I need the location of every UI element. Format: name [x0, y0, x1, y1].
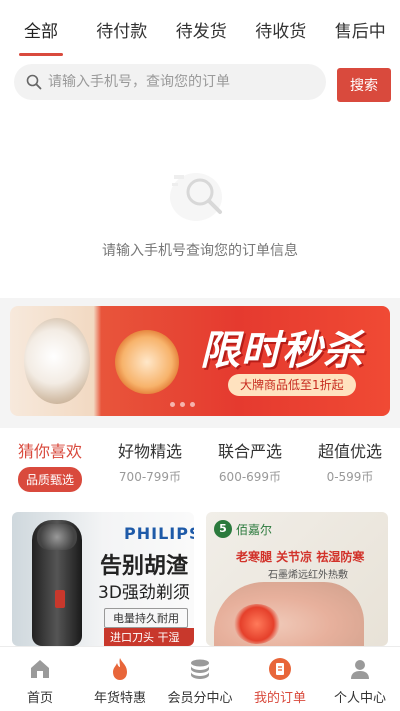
category-subtitle: 600-699币	[218, 470, 282, 484]
nav-label: 会员分中心	[167, 691, 233, 706]
product-card[interactable]: PHILIPS 告别胡渣 3D强劲剃须 电量持久耐用 进口刀头 干湿双剃	[12, 512, 194, 646]
category-title: 超值优选	[317, 442, 382, 461]
tab-pending-shipment[interactable]: 待发货	[162, 15, 242, 42]
tab-after-sales[interactable]: 售后中	[321, 15, 400, 42]
search-input[interactable]	[48, 74, 308, 90]
banner-product-image	[24, 318, 90, 404]
product-brand-logo: 5 佰嘉尔	[214, 520, 272, 538]
nav-personal-center[interactable]: 个人中心	[320, 647, 400, 711]
product-brand: 佰嘉尔	[236, 522, 273, 537]
category-subtitle: 品质甄选	[17, 467, 82, 492]
banner-subtitle: 大牌商品低至1折起	[228, 374, 356, 396]
empty-state: 请输入手机号查询您的订单信息	[0, 112, 400, 298]
flash-sale-banner[interactable]: 限时秒杀 大牌商品低至1折起	[10, 306, 390, 416]
category-guess-you-like[interactable]: 猜你喜欢 品质甄选	[0, 428, 100, 506]
category-subtitle: 0-599币	[326, 470, 374, 484]
product-tags: 老寒腿 关节凉 祛湿防寒	[236, 550, 365, 564]
nav-member-points[interactable]: 会员分中心	[160, 647, 240, 711]
category-good-picks[interactable]: 好物精选 700-799币	[100, 428, 200, 506]
empty-message: 请输入手机号查询您的订单信息	[102, 243, 298, 259]
product-tag: 电量持久耐用	[104, 608, 188, 628]
brand-logo-icon: 5	[214, 520, 232, 538]
product-title: 告别胡渣	[100, 554, 189, 579]
tab-pending-payment[interactable]: 待付款	[82, 15, 162, 42]
nav-label: 我的订单	[253, 691, 306, 706]
product-brand: PHILIPS	[124, 524, 194, 543]
nav-my-orders[interactable]: 我的订单	[240, 647, 320, 711]
nav-label: 首页	[26, 691, 53, 706]
empty-search-icon	[170, 173, 222, 221]
product-subtitle: 3D强劲剃须	[98, 583, 190, 603]
search-icon	[26, 74, 42, 90]
home-icon	[31, 660, 49, 678]
order-tabs: 全部 待付款 待发货 待收货 售后中	[0, 0, 400, 56]
product-tag: 进口刀头 干湿双剃	[104, 628, 194, 646]
product-card[interactable]: 5 佰嘉尔 老寒腿 关节凉 祛湿防寒 石墨烯远红外热敷	[206, 512, 388, 646]
category-title: 联合严选	[217, 442, 282, 461]
nav-label: 年货特惠	[93, 691, 146, 706]
recommend-categories: 猜你喜欢 品质甄选 好物精选 700-799币 联合严选 600-699币 超值…	[0, 428, 400, 506]
nav-label: 个人中心	[333, 691, 386, 706]
nav-new-year-deals[interactable]: 年货特惠	[80, 647, 160, 711]
person-icon	[351, 660, 369, 679]
category-value-picks[interactable]: 超值优选 0-599币	[300, 428, 400, 506]
carousel-dots	[170, 402, 195, 407]
bottom-nav: 首页 年货特惠 会员分中心 我的订单 个人中心	[0, 646, 400, 711]
heat-glow	[234, 604, 280, 644]
clock-icon	[115, 330, 179, 394]
order-icon	[269, 658, 291, 680]
category-joint-selection[interactable]: 联合严选 600-699币	[200, 428, 300, 506]
search-box[interactable]	[14, 64, 326, 100]
search-button[interactable]: 搜索	[337, 68, 391, 102]
product-subtitle: 石墨烯远红外热敷	[268, 570, 348, 581]
tab-pending-receipt[interactable]: 待收货	[241, 15, 321, 42]
fire-icon	[113, 658, 127, 680]
product-grid: PHILIPS 告别胡渣 3D强劲剃须 电量持久耐用 进口刀头 干湿双剃 5 佰…	[0, 506, 400, 646]
category-title: 好物精选	[117, 442, 182, 461]
shaver-image	[32, 520, 82, 646]
banner-title: 限时秒杀	[200, 328, 364, 374]
coins-icon	[191, 659, 209, 679]
search-bar: 搜索	[0, 56, 400, 112]
nav-home[interactable]: 首页	[0, 647, 80, 711]
category-subtitle: 700-799币	[118, 470, 182, 484]
category-title: 猜你喜欢	[17, 442, 82, 461]
tab-all[interactable]: 全部	[0, 15, 82, 56]
